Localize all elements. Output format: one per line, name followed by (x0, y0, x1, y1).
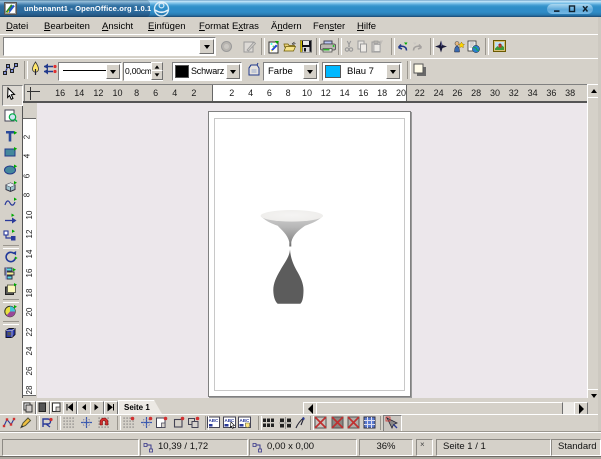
svg-text:ABC: ABC (240, 418, 250, 423)
svg-text:ABC: ABC (209, 418, 219, 423)
svg-text:ABC: ABC (225, 418, 235, 423)
